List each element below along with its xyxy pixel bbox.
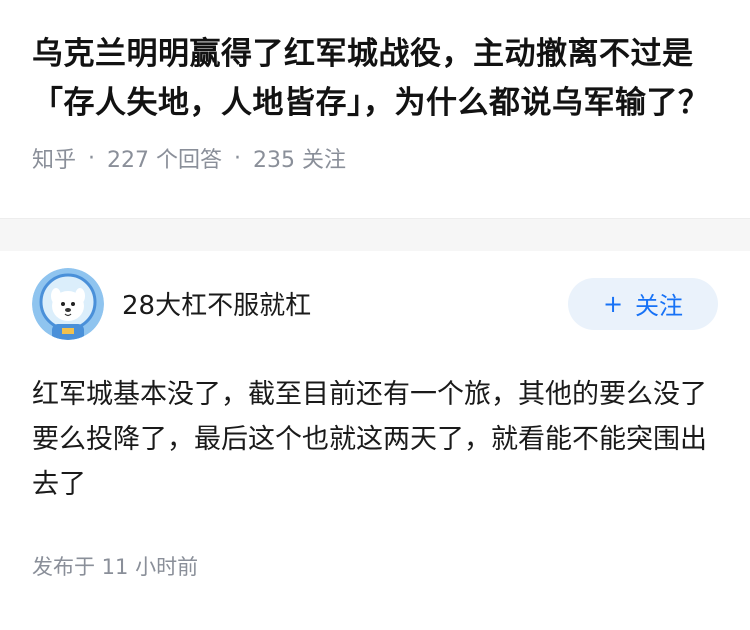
followers-count: 235 关注: [253, 148, 347, 173]
section-divider: [0, 218, 750, 251]
question-section: 乌克兰明明赢得了红军城战役，主动撤离不过是「存人失地，人地皆存」，为什么都说乌军…: [0, 0, 750, 218]
meta-separator: ·: [88, 145, 96, 171]
meta-separator: ·: [234, 145, 242, 171]
question-title[interactable]: 乌克兰明明赢得了红军城战役，主动撤离不过是「存人失地，人地皆存」，为什么都说乌军…: [32, 30, 718, 128]
avatar[interactable]: [32, 267, 104, 340]
answer-content[interactable]: 红军城基本没了，截至目前还有一个旅，其他的要么没了要么投降了，最后这个也就这两天…: [32, 372, 718, 507]
follow-label: 关注: [635, 292, 684, 320]
answers-count[interactable]: 227 个回答: [107, 142, 222, 174]
question-meta: 知乎 · 227 个回答 · 235 关注: [32, 142, 718, 174]
answer-card: 28大杠不服就杠 + 关注 红军城基本没了，截至目前还有一个旅，其他的要么没了要…: [0, 251, 750, 581]
plus-icon: +: [602, 289, 624, 318]
author-row: 28大杠不服就杠 + 关注: [32, 251, 718, 356]
follow-button[interactable]: + 关注: [568, 277, 718, 330]
source-label[interactable]: 知乎: [32, 142, 76, 174]
author-name[interactable]: 28大杠不服就杠: [122, 285, 568, 322]
publish-time: 发布于 11 小时前: [32, 555, 199, 579]
